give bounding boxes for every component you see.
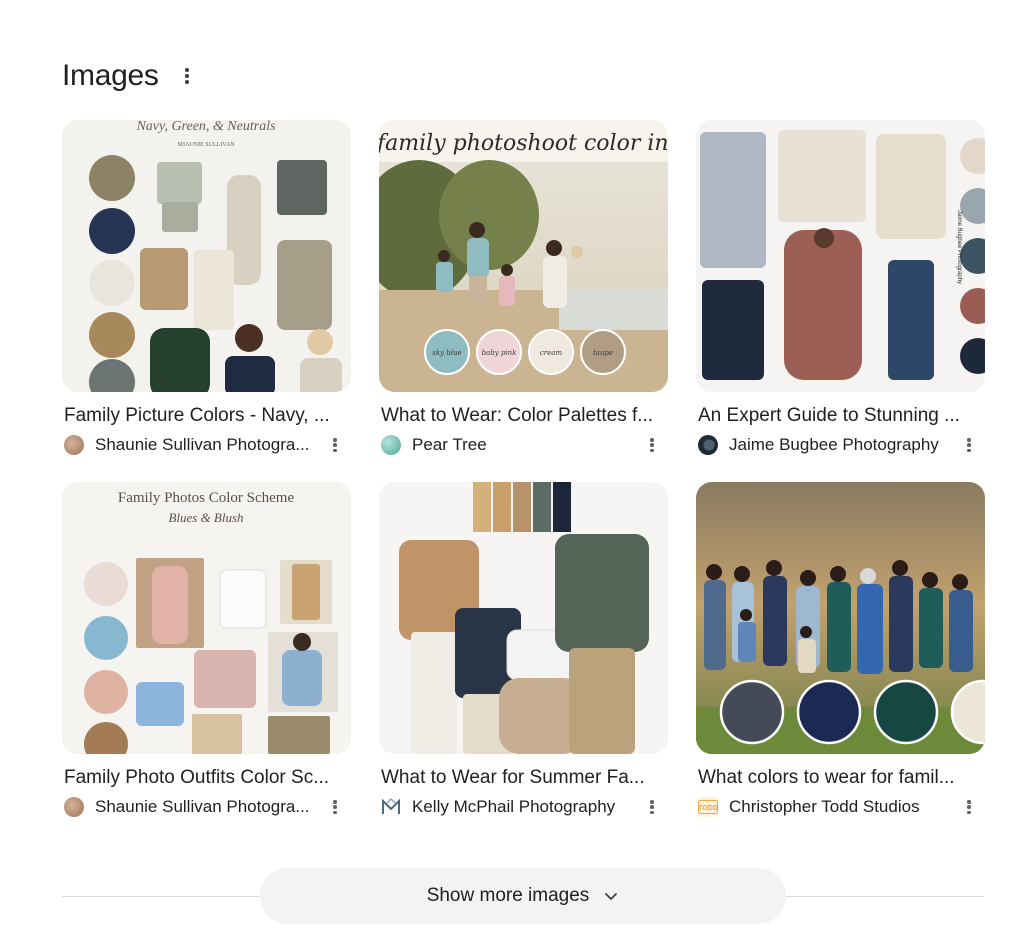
thumbnail-image: [379, 482, 668, 754]
images-header: Images: [62, 56, 189, 96]
swatch-label: sky blue: [432, 349, 461, 357]
result-title[interactable]: What to Wear for Summer Fa...: [379, 766, 666, 790]
thumb-title-text: family photoshoot color inspo: [379, 131, 668, 156]
thumbnail-image: family photoshoot color inspo: [379, 120, 668, 392]
more-vert-icon[interactable]: [967, 800, 971, 814]
more-vert-icon[interactable]: [184, 68, 189, 84]
result-source[interactable]: Shaunie Sullivan Photogra...: [62, 796, 351, 818]
result-source[interactable]: Pear Tree: [379, 434, 668, 456]
source-favicon-icon: [64, 435, 84, 455]
more-vert-icon[interactable]: [650, 800, 654, 814]
thumbnail-image: Jaime Bugbee Photography: [696, 120, 985, 392]
more-vert-icon[interactable]: [333, 438, 337, 452]
pear-tree-favicon-icon: [381, 435, 401, 455]
christopher-todd-logo-icon: TODD: [698, 797, 718, 817]
image-grid: Navy, Green, & Neutrals SHAUNIE SULLIVAN: [62, 120, 985, 818]
source-name[interactable]: Jaime Bugbee Photography: [729, 435, 949, 455]
result-title[interactable]: Family Picture Colors - Navy, ...: [62, 404, 349, 428]
image-thumbnail[interactable]: Jaime Bugbee Photography: [696, 120, 985, 392]
thumbnail-image: [696, 482, 985, 754]
swatch-label: baby pink: [482, 349, 517, 357]
show-more-images-button[interactable]: Show more images: [260, 868, 786, 924]
source-name[interactable]: Shaunie Sullivan Photogra...: [95, 797, 315, 817]
image-result-card[interactable]: Family Photos Color Scheme Blues & Blush: [62, 482, 351, 818]
image-result-card[interactable]: Jaime Bugbee Photography An Expert Guide…: [696, 120, 985, 456]
image-result-card[interactable]: family photoshoot color inspo: [379, 120, 668, 456]
image-thumbnail[interactable]: [379, 482, 668, 754]
thumb-title-text: Navy, Green, & Neutrals: [135, 120, 276, 134]
image-thumbnail[interactable]: Navy, Green, & Neutrals SHAUNIE SULLIVAN: [62, 120, 351, 392]
image-thumbnail[interactable]: family photoshoot color inspo: [379, 120, 668, 392]
image-result-card[interactable]: What colors to wear for famil... TODD Ch…: [696, 482, 985, 818]
thumbnail-image: Navy, Green, & Neutrals SHAUNIE SULLIVAN: [62, 120, 351, 392]
chevron-down-icon: [605, 893, 618, 900]
source-name[interactable]: Kelly McPhail Photography: [412, 797, 632, 817]
thumb-title-text: Family Photos Color Scheme: [118, 490, 295, 506]
thumb-title-text: Jaime Bugbee Photography: [956, 210, 962, 284]
source-name[interactable]: Christopher Todd Studios: [729, 797, 949, 817]
thumbnail-image: Family Photos Color Scheme Blues & Blush: [62, 482, 351, 754]
result-source[interactable]: Shaunie Sullivan Photogra...: [62, 434, 351, 456]
image-thumbnail[interactable]: Family Photos Color Scheme Blues & Blush: [62, 482, 351, 754]
more-vert-icon[interactable]: [333, 800, 337, 814]
more-vert-icon[interactable]: [650, 438, 654, 452]
source-name[interactable]: Shaunie Sullivan Photogra...: [95, 435, 315, 455]
result-source[interactable]: TODD Christopher Todd Studios: [696, 796, 985, 818]
result-title[interactable]: Family Photo Outfits Color Sc...: [62, 766, 349, 790]
image-result-card[interactable]: What to Wear for Summer Fa... Kelly McPh…: [379, 482, 668, 818]
swatch-label: taupe: [593, 349, 613, 357]
section-title: Images: [62, 59, 159, 92]
result-source[interactable]: Jaime Bugbee Photography: [696, 434, 985, 456]
result-title[interactable]: What colors to wear for famil...: [696, 766, 983, 790]
result-title[interactable]: An Expert Guide to Stunning ...: [696, 404, 983, 428]
svg-text:TODD: TODD: [698, 805, 718, 812]
show-more-label: Show more images: [426, 885, 590, 906]
thumb-sub-text: SHAUNIE SULLIVAN: [177, 142, 235, 148]
thumb-sub-text: Blues & Blush: [168, 510, 243, 525]
source-favicon-icon: [64, 797, 84, 817]
result-title[interactable]: What to Wear: Color Palettes f...: [379, 404, 666, 428]
result-source[interactable]: Kelly McPhail Photography: [379, 796, 668, 818]
kelly-mcphail-logo-icon: [381, 797, 401, 817]
source-favicon-icon: [698, 435, 718, 455]
swatch-label: cream: [540, 349, 563, 357]
image-result-card[interactable]: Navy, Green, & Neutrals SHAUNIE SULLIVAN: [62, 120, 351, 456]
more-vert-icon[interactable]: [967, 438, 971, 452]
source-name[interactable]: Pear Tree: [412, 435, 632, 455]
image-thumbnail[interactable]: [696, 482, 985, 754]
